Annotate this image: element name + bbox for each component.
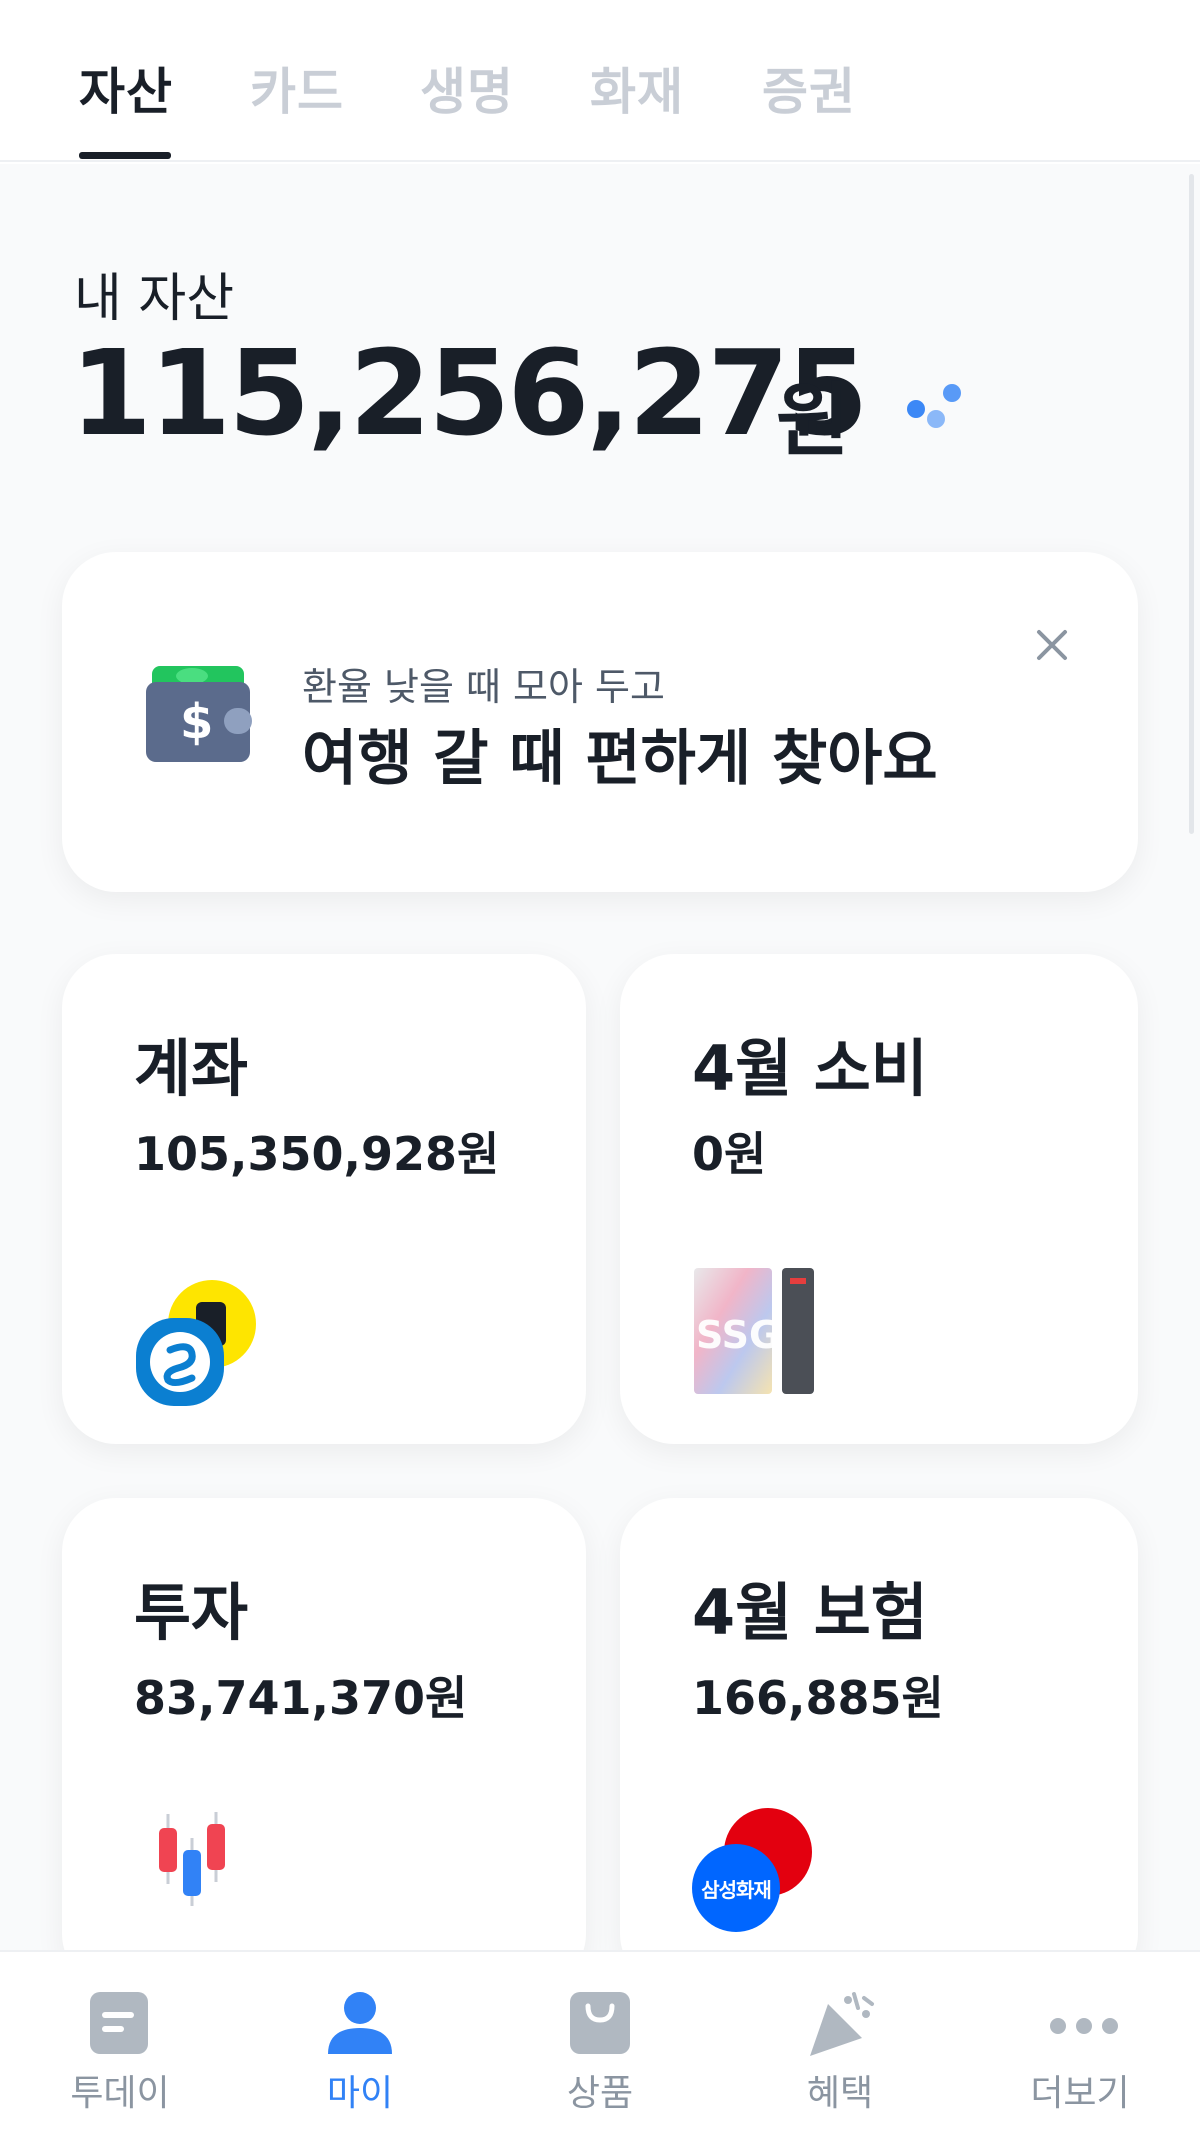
spending-card[interactable]: 4월 소비 0원 SSG [620,954,1138,1444]
document-icon [90,1992,148,2054]
shopping-bag-icon [570,1992,630,2054]
nav-more-label: 더보기 [1030,2073,1130,2114]
bank-logos-icon [136,1280,256,1406]
nav-products-label: 상품 [566,2073,634,2114]
nav-today-label: 투데이 [70,2073,170,2114]
svg-text:$: $ [180,694,213,750]
nav-today[interactable]: 투데이 [20,1952,220,2140]
nav-more[interactable]: 더보기 [980,1952,1180,2140]
wallet-dollar-icon: $ [146,666,252,762]
investment-title: 투자 [134,1576,249,1649]
nav-my[interactable]: 마이 [260,1952,460,2140]
svg-text:SSG: SSG [696,1313,780,1357]
samsung-fire-badge: 삼성화재 [692,1844,780,1932]
bottom-navigation: 투데이 마이 상품 혜택 더보기 [0,1950,1200,2140]
insurance-value: 166,885원 [692,1671,944,1725]
assets-content[interactable]: 내 자산 115,256,275 원 $ 환율 낮을 때 모아 두고 여행 갈 … [0,164,1200,1988]
account-card[interactable]: 계좌 105,350,928원 [62,954,586,1444]
party-popper-icon [810,1992,874,2056]
insurance-title: 4월 보험 [692,1576,928,1649]
ssg-card-icon: SSG [694,1268,814,1394]
investment-value: 83,741,370원 [134,1671,468,1725]
person-icon [328,1992,392,2054]
spending-title: 4월 소비 [692,1032,928,1105]
scrollbar[interactable] [1189,174,1194,834]
nav-benefits-label: 혜택 [806,2073,874,2114]
tab-life[interactable]: 생명 [420,52,514,124]
promo-subtitle: 환율 낮을 때 모아 두고 [302,665,665,709]
my-assets-label: 내 자산 [74,269,235,329]
total-assets-unit: 원 [776,374,850,467]
insurer-logos-icon: 삼성화재 [692,1808,822,1938]
spending-value: 0원 [692,1127,767,1181]
tab-assets[interactable]: 자산 [79,52,173,124]
tab-card[interactable]: 카드 [250,52,344,124]
exchange-promo-banner[interactable]: $ 환율 낮을 때 모아 두고 여행 갈 때 편하게 찾아요 [62,552,1138,892]
tab-fire[interactable]: 화재 [590,52,684,124]
candlestick-icon [159,1812,225,1906]
more-dots-icon [1050,2018,1118,2034]
tab-securities[interactable]: 증권 [762,52,856,124]
nav-benefits[interactable]: 혜택 [740,1952,940,2140]
account-title: 계좌 [134,1032,249,1105]
insurance-card[interactable]: 4월 보험 166,885원 삼성화재 [620,1498,1138,1988]
active-tab-indicator [79,152,171,159]
promo-title: 여행 갈 때 편하게 찾아요 [302,724,938,794]
total-assets-amount: 115,256,275 [70,324,869,462]
close-icon[interactable] [1027,620,1077,670]
loading-dots-icon [905,382,965,432]
nav-products[interactable]: 상품 [500,1952,700,2140]
account-value: 105,350,928원 [134,1127,500,1181]
nav-my-label: 마이 [326,2073,394,2114]
investment-card[interactable]: 투자 83,741,370원 [62,1498,586,1988]
top-tab-bar: 자산 카드 생명 화재 증권 [0,0,1200,162]
